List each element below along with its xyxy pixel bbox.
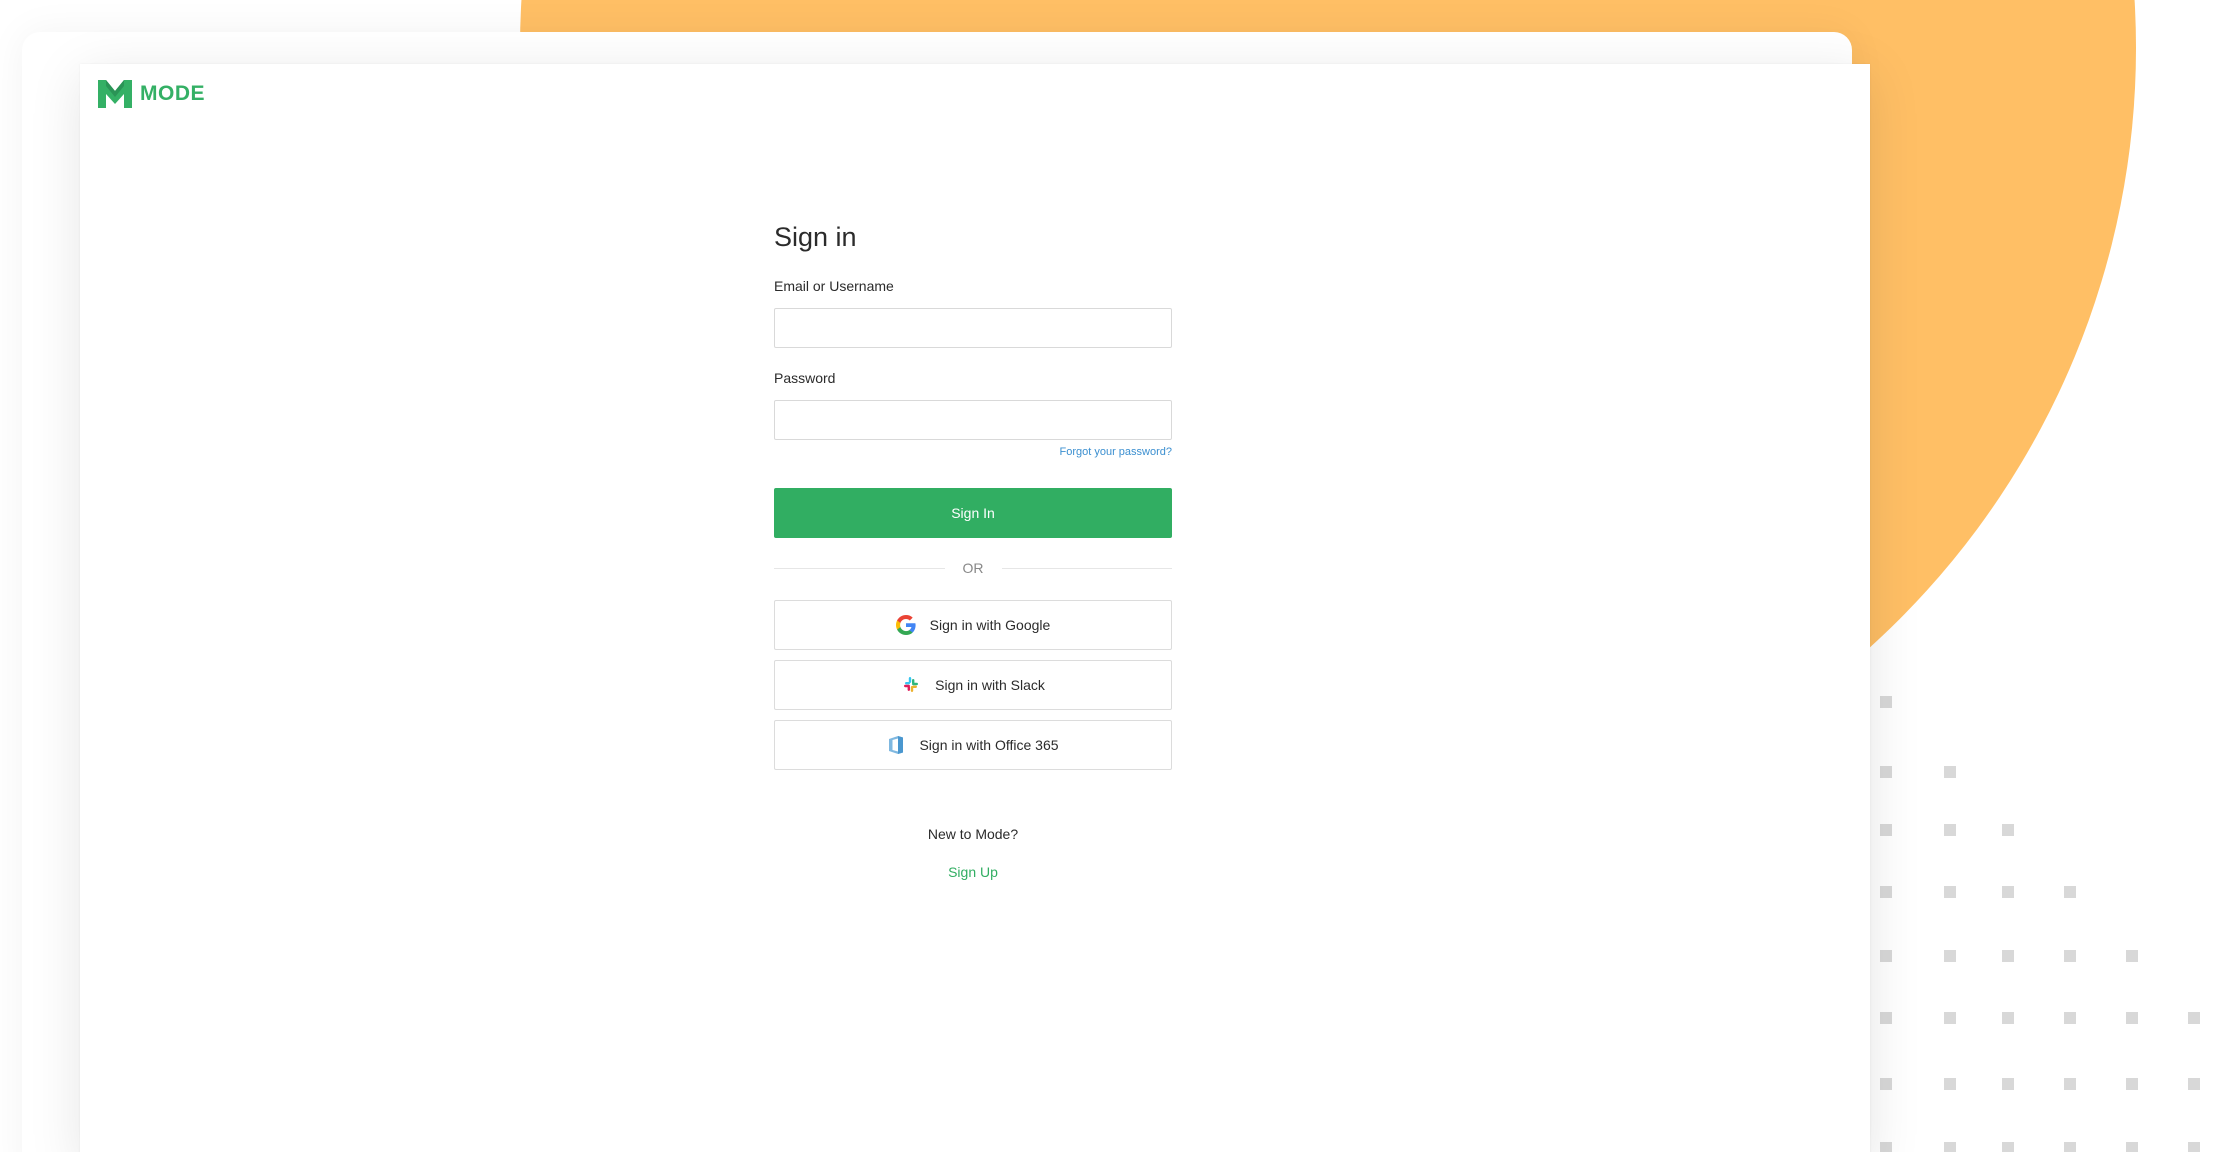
decorative-dot — [1880, 1012, 1892, 1024]
logo-wordmark: MODE — [140, 82, 205, 105]
decorative-dot — [2064, 1078, 2076, 1090]
decorative-dot — [1880, 1078, 1892, 1090]
signup-section: New to Mode? Sign Up — [774, 826, 1172, 882]
decorative-dot — [2002, 1012, 2014, 1024]
mode-logo[interactable]: MODE — [98, 80, 205, 108]
decorative-dot — [2064, 950, 2076, 962]
decorative-dot — [2188, 1012, 2200, 1024]
office-365-sign-in-label: Sign in with Office 365 — [919, 737, 1059, 753]
page-background: MODE Sign in Email or Username Password … — [0, 0, 2240, 1152]
decorative-dot — [2064, 1012, 2076, 1024]
email-label: Email or Username — [774, 278, 894, 294]
divider-line-left — [774, 567, 945, 569]
decorative-dot — [1944, 766, 1956, 778]
decorative-dot — [2002, 886, 2014, 898]
decorative-dot — [1880, 1142, 1892, 1152]
sign-in-form: Sign in Email or Username Password Forgo… — [774, 224, 1172, 882]
google-sign-in-label: Sign in with Google — [929, 617, 1051, 633]
decorative-dot — [1944, 1012, 1956, 1024]
decorative-dot — [1944, 1142, 1956, 1152]
google-icon — [895, 615, 916, 635]
or-divider-text: OR — [962, 560, 984, 576]
slack-sign-in-button[interactable]: Sign in with Slack — [774, 660, 1172, 710]
decorative-dot-grid — [1880, 680, 2240, 1152]
or-divider: OR — [774, 560, 1172, 576]
forgot-password-row: Forgot your password? — [774, 444, 1173, 458]
decorative-dot — [2002, 1078, 2014, 1090]
password-label: Password — [774, 370, 836, 386]
decorative-dot — [1880, 824, 1892, 836]
decorative-dot — [1944, 1078, 1956, 1090]
office-365-sign-in-button[interactable]: Sign in with Office 365 — [774, 720, 1172, 770]
decorative-dot — [2064, 1142, 2076, 1152]
decorative-dot — [1880, 766, 1892, 778]
slack-icon — [904, 677, 919, 692]
decorative-dot — [2126, 950, 2138, 962]
forgot-password-link[interactable]: Forgot your password? — [1060, 446, 1173, 458]
google-sign-in-button[interactable]: Sign in with Google — [774, 600, 1172, 650]
decorative-dot — [1880, 950, 1892, 962]
decorative-dot — [2126, 1142, 2138, 1152]
divider-line-right — [1001, 567, 1172, 569]
decorative-dot — [2126, 1078, 2138, 1090]
sign-up-link[interactable]: Sign Up — [948, 864, 998, 880]
page-title: Sign in — [774, 222, 857, 252]
decorative-dot — [2002, 1142, 2014, 1152]
mode-m-icon — [98, 80, 132, 108]
decorative-dot — [1944, 824, 1956, 836]
decorative-dot — [2188, 1142, 2200, 1152]
decorative-dot — [2064, 886, 2076, 898]
decorative-dot — [2188, 1078, 2200, 1090]
office-365-icon — [889, 736, 904, 754]
decorative-dot — [1880, 696, 1892, 708]
decorative-dot — [1944, 886, 1956, 898]
new-to-mode-text: New to Mode? — [927, 826, 1019, 842]
decorative-dot — [1880, 886, 1892, 898]
decorative-dot — [1944, 950, 1956, 962]
decorative-dot — [2002, 950, 2014, 962]
decorative-dot — [2002, 824, 2014, 836]
password-input[interactable] — [774, 400, 1172, 440]
decorative-dot — [2126, 1012, 2138, 1024]
slack-sign-in-label: Sign in with Slack — [935, 677, 1045, 693]
sign-in-button[interactable]: Sign In — [774, 488, 1172, 538]
email-input[interactable] — [774, 308, 1172, 348]
browser-window: MODE Sign in Email or Username Password … — [80, 64, 1870, 1152]
